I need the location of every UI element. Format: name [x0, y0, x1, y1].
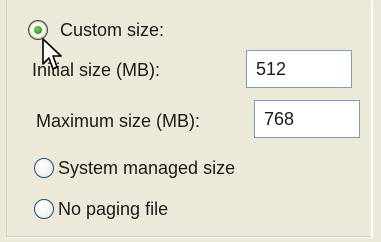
no-paging-radio[interactable]: [34, 199, 54, 219]
mouse-pointer-icon: [42, 38, 62, 70]
system-managed-radio[interactable]: [34, 158, 54, 178]
maximum-size-label: Maximum size (MB):: [36, 111, 201, 131]
no-paging-label[interactable]: No paging file: [58, 198, 168, 220]
system-managed-label[interactable]: System managed size: [58, 157, 235, 179]
custom-size-label[interactable]: Custom size:: [60, 19, 164, 41]
paging-file-size-panel: Custom size: Initial size (MB): 512 Maxi…: [0, 0, 381, 242]
custom-size-radio[interactable]: [28, 20, 48, 40]
initial-size-input[interactable]: 512: [246, 50, 352, 88]
maximum-size-input[interactable]: 768: [254, 100, 360, 138]
